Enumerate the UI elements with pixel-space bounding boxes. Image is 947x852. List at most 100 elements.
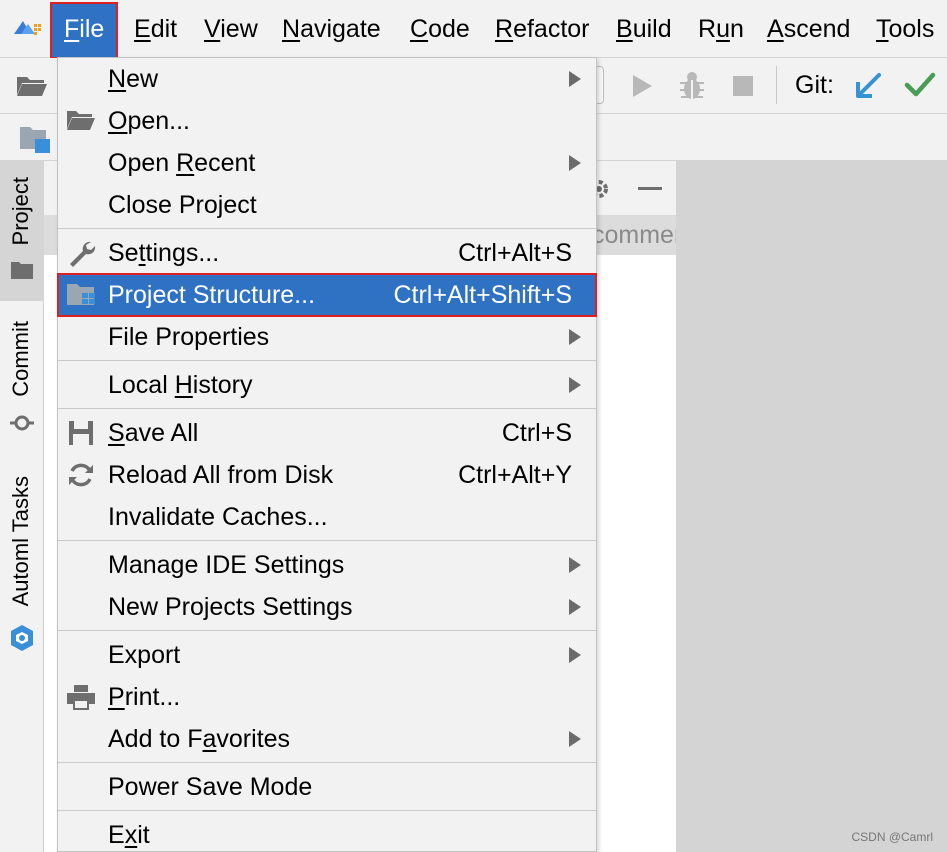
file-menu-item-reload-all-from-disk[interactable]: Reload All from Disk Ctrl+Alt+Y	[58, 454, 596, 496]
stripe-tab-commit[interactable]: Commit	[0, 311, 44, 441]
menu-item-label: Print...	[108, 683, 181, 711]
editor-area	[676, 161, 947, 852]
menu-ascend[interactable]: Ascend	[767, 14, 850, 44]
menu-label: Code	[410, 15, 470, 43]
file-menu-item-add-to-favorites[interactable]: Add to Favorites	[58, 718, 596, 760]
submenu-arrow-icon	[569, 647, 581, 663]
print-icon	[66, 683, 96, 711]
menu-label: Refactor	[495, 15, 590, 43]
menu-item-label: Reload All from Disk	[108, 461, 334, 489]
folder-icon	[11, 262, 33, 279]
file-menu-item-invalidate-caches[interactable]: Invalidate Caches...	[58, 496, 596, 538]
menu-item-label: Local History	[108, 371, 253, 399]
git-update-icon[interactable]	[855, 72, 883, 100]
file-menu-item-open[interactable]: Open...	[58, 100, 596, 142]
save-icon	[66, 419, 96, 447]
menu-separator	[58, 810, 596, 811]
app-logo-icon	[14, 21, 41, 35]
file-menu-dropdown: New Open... Open Recent Close Project Settin…	[57, 57, 597, 852]
menu-label: Ascend	[767, 15, 851, 43]
menu-item-label: Save All	[108, 419, 199, 447]
menu-item-label: Project Structure...	[108, 281, 316, 309]
stripe-tab-label: Commit	[8, 321, 33, 397]
menu-separator	[58, 540, 596, 541]
debug-icon[interactable]	[678, 71, 706, 101]
menu-separator	[58, 408, 596, 409]
git-commit-icon[interactable]	[904, 72, 936, 98]
submenu-arrow-icon	[569, 329, 581, 345]
file-menu-item-project-structure[interactable]: Project Structure... Ctrl+Alt+Shift+S	[57, 273, 597, 317]
stripe-tab-label: Project	[8, 177, 33, 246]
open-folder-icon	[66, 107, 96, 135]
menu-run[interactable]: Run	[698, 14, 744, 44]
file-menu-item-power-save-mode[interactable]: Power Save Mode	[58, 766, 596, 808]
file-menu-item-new[interactable]: New	[58, 58, 596, 100]
file-menu-item-close-project[interactable]: Close Project	[58, 184, 596, 226]
menu-build[interactable]: Build	[616, 14, 672, 44]
menu-item-label: Open...	[108, 107, 191, 135]
menu-label: Run	[698, 15, 744, 43]
menu-item-label: Settings...	[108, 239, 220, 267]
stripe-tab-label: Automl Tasks	[8, 476, 33, 607]
automl-icon	[11, 625, 33, 651]
menu-label: File	[64, 15, 105, 43]
tool-window-stripe: Project Commit Automl Tasks	[0, 161, 44, 852]
menu-label: Build	[616, 15, 672, 43]
menu-label: View	[204, 15, 258, 43]
git-label: Git:	[795, 71, 834, 99]
project-folder-icon[interactable]	[18, 123, 52, 155]
stripe-tab-project[interactable]: Project	[0, 161, 44, 301]
menu-item-shortcut: Ctrl+S	[501, 419, 572, 447]
menu-navigate[interactable]: Navigate	[282, 14, 381, 44]
menu-item-label: New Projects Settings	[108, 593, 353, 621]
watermark: CSDN @Camrl	[851, 830, 933, 844]
menu-item-label: New	[108, 65, 159, 93]
menu-separator	[58, 228, 596, 229]
menu-tools[interactable]: Tools	[876, 14, 934, 44]
file-menu-item-open-recent[interactable]: Open Recent	[58, 142, 596, 184]
file-menu-item-new-projects-settings[interactable]: New Projects Settings	[58, 586, 596, 628]
menu-separator	[58, 630, 596, 631]
menu-file[interactable]: File	[49, 2, 119, 59]
menu-item-label: Export	[108, 641, 181, 669]
stop-icon[interactable]	[733, 76, 753, 96]
file-menu-item-local-history[interactable]: Local History	[58, 364, 596, 406]
submenu-arrow-icon	[569, 377, 581, 393]
stripe-tab-automl-tasks[interactable]: Automl Tasks	[0, 466, 44, 656]
file-menu-item-save-all[interactable]: Save All Ctrl+S	[58, 412, 596, 454]
menu-item-label: Invalidate Caches...	[108, 503, 328, 531]
submenu-arrow-icon	[569, 155, 581, 171]
menu-view[interactable]: View	[204, 14, 258, 44]
commit-icon	[10, 415, 34, 431]
file-menu-item-manage-ide-settings[interactable]: Manage IDE Settings	[58, 544, 596, 586]
file-menu-item-print[interactable]: Print...	[58, 676, 596, 718]
menu-item-shortcut: Ctrl+Alt+S	[458, 239, 572, 267]
menu-item-shortcut: Ctrl+Alt+Shift+S	[393, 281, 572, 309]
run-icon[interactable]	[630, 73, 654, 99]
submenu-arrow-icon	[569, 599, 581, 615]
menu-code[interactable]: Code	[410, 14, 470, 44]
menu-item-label: Open Recent	[108, 149, 256, 177]
menu-bar: File Edit View Navigate Code Refactor Build Run…	[0, 0, 947, 59]
file-menu-item-settings[interactable]: Settings... Ctrl+Alt+S	[58, 232, 596, 274]
menu-separator	[58, 762, 596, 763]
menu-item-label: File Properties	[108, 323, 270, 351]
toolbar-separator	[776, 66, 777, 104]
menu-label: Navigate	[282, 15, 381, 43]
file-menu-item-file-properties[interactable]: File Properties	[58, 316, 596, 358]
menu-item-label: Manage IDE Settings	[108, 551, 345, 579]
submenu-arrow-icon	[569, 71, 581, 87]
reload-icon	[66, 461, 96, 489]
minimize-icon[interactable]	[638, 187, 662, 191]
menu-item-label: Power Save Mode	[108, 773, 313, 801]
menu-refactor[interactable]: Refactor	[495, 14, 590, 44]
file-menu-item-exit[interactable]: Exit	[58, 814, 596, 852]
submenu-arrow-icon	[569, 557, 581, 573]
open-folder-icon[interactable]	[16, 74, 48, 98]
project-tree-row-text: commen	[592, 221, 676, 249]
wrench-icon	[66, 239, 96, 267]
menu-edit[interactable]: Edit	[134, 14, 177, 44]
menu-item-label: Exit	[108, 821, 150, 849]
file-menu-item-export[interactable]: Export	[58, 634, 596, 676]
menu-label: Tools	[876, 15, 935, 43]
